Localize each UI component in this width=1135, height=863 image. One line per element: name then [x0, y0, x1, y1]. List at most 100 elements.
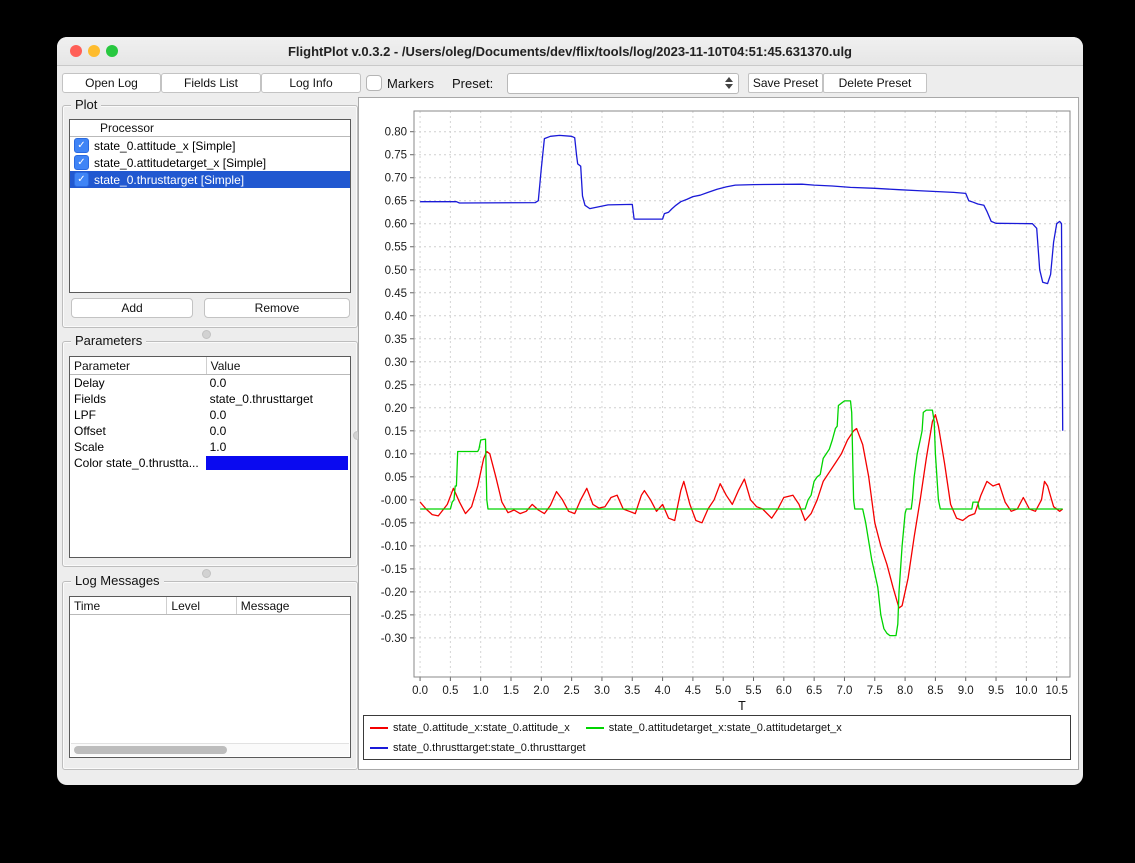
- parameter-name: Scale: [70, 440, 206, 454]
- legend-entry: state_0.attitude_x:state_0.attitude_x: [370, 722, 570, 734]
- parameters-group-title: Parameters: [71, 333, 146, 348]
- svg-text:-0.20: -0.20: [381, 587, 407, 599]
- parameter-row[interactable]: LPF0.0: [70, 407, 350, 423]
- svg-text:-0.00: -0.00: [381, 495, 407, 507]
- col-parameter: Parameter: [70, 359, 206, 373]
- legend-label: state_0.attitudetarget_x:state_0.attitud…: [609, 722, 842, 734]
- plot-list-item[interactable]: ✓state_0.thrusttarget [Simple]: [70, 171, 350, 188]
- legend-row-1: state_0.attitude_x:state_0.attitude_x sta…: [370, 718, 1064, 738]
- legend-line-icon: [370, 727, 388, 729]
- parameter-row[interactable]: Fieldsstate_0.thrusttarget: [70, 391, 350, 407]
- svg-text:0.0: 0.0: [412, 685, 428, 697]
- parameter-value[interactable]: 1.0: [206, 440, 350, 454]
- legend-label: state_0.thrusttarget:state_0.thrusttarge…: [393, 742, 586, 754]
- log-info-button[interactable]: Log Info: [261, 73, 361, 93]
- color-swatch[interactable]: [206, 456, 348, 470]
- log-messages-group: Log Messages Time Level Message: [62, 581, 358, 770]
- parameter-name: Delay: [70, 376, 206, 390]
- remove-button[interactable]: Remove: [204, 298, 350, 318]
- plot-list-item[interactable]: ✓ state_0.attitudetarget_x [Simple]: [70, 154, 350, 171]
- item-checkbox[interactable]: ✓: [74, 155, 89, 170]
- combo-stepper-icon[interactable]: [722, 76, 735, 90]
- svg-text:7.5: 7.5: [867, 685, 883, 697]
- log-messages-table[interactable]: Time Level Message: [69, 596, 351, 758]
- svg-text:-0.05: -0.05: [381, 518, 407, 530]
- parameter-value[interactable]: state_0.thrusttarget: [206, 392, 350, 406]
- delete-preset-button[interactable]: Delete Preset: [823, 73, 927, 93]
- svg-text:4.0: 4.0: [655, 685, 671, 697]
- item-checkbox[interactable]: ✓: [74, 138, 89, 153]
- flight-chart[interactable]: -0.30-0.25-0.20-0.15-0.10-0.05-0.000.050…: [360, 100, 1076, 712]
- log-messages-header: Time Level Message: [70, 597, 350, 615]
- svg-text:1.5: 1.5: [503, 685, 519, 697]
- parameter-row[interactable]: Scale1.0: [70, 439, 350, 455]
- save-preset-button[interactable]: Save Preset: [748, 73, 823, 93]
- parameters-table-header: Parameter Value: [70, 357, 350, 375]
- svg-text:2.5: 2.5: [564, 685, 580, 697]
- svg-text:3.0: 3.0: [594, 685, 610, 697]
- chart-legend: state_0.attitude_x:state_0.attitude_xsta…: [363, 715, 1071, 760]
- svg-text:-0.10: -0.10: [381, 541, 407, 553]
- window-title: FlightPlot v.0.3.2 - /Users/oleg/Documen…: [57, 44, 1083, 59]
- parameters-group: Parameters Parameter Value Delay0.0Field…: [62, 341, 358, 567]
- svg-text:0.20: 0.20: [385, 403, 407, 415]
- col-value: Value: [207, 359, 350, 373]
- svg-text:0.75: 0.75: [385, 150, 407, 162]
- item-checkbox[interactable]: ✓: [74, 172, 89, 187]
- parameter-name: Fields: [70, 392, 206, 406]
- legend-line-icon: [586, 727, 604, 729]
- legend-entry: state_0.thrusttarget:state_0.thrusttarge…: [370, 742, 586, 754]
- parameter-value[interactable]: 0.0: [206, 408, 350, 422]
- svg-text:6.5: 6.5: [806, 685, 822, 697]
- legend-line-icon: [370, 747, 388, 749]
- parameter-value[interactable]: 0.0: [206, 376, 350, 390]
- plot-list-item[interactable]: ✓ state_0.attitude_x [Simple]: [70, 137, 350, 154]
- parameter-value[interactable]: 0.0: [206, 424, 350, 438]
- parameter-name: Offset: [70, 424, 206, 438]
- svg-text:9.0: 9.0: [958, 685, 974, 697]
- item-label: state_0.attitudetarget_x [Simple]: [94, 156, 266, 170]
- parameters-table[interactable]: Parameter Value Delay0.0Fieldsstate_0.th…: [69, 356, 351, 558]
- open-log-button[interactable]: Open Log: [62, 73, 161, 93]
- preset-label: Preset:: [452, 76, 493, 91]
- svg-text:0.40: 0.40: [385, 311, 407, 323]
- parameter-name: LPF: [70, 408, 206, 422]
- svg-text:10.0: 10.0: [1015, 685, 1037, 697]
- fields-list-button[interactable]: Fields List: [161, 73, 261, 93]
- svg-text:0.05: 0.05: [385, 472, 407, 484]
- parameter-name: Color state_0.thrustta...: [70, 456, 206, 470]
- svg-text:0.70: 0.70: [385, 173, 407, 185]
- svg-text:-0.30: -0.30: [381, 633, 407, 645]
- chart-panel: -0.30-0.25-0.20-0.15-0.10-0.05-0.000.050…: [358, 97, 1079, 770]
- parameter-row[interactable]: Color state_0.thrustta...: [70, 455, 350, 471]
- col-message: Message: [237, 599, 350, 613]
- svg-text:0.55: 0.55: [385, 242, 407, 254]
- svg-text:0.45: 0.45: [385, 288, 407, 300]
- scrollbar-thumb[interactable]: [74, 746, 227, 754]
- splitter-handle[interactable]: [202, 330, 211, 339]
- plot-list[interactable]: Processor ✓state_0.attitude_x [Simple]✓s…: [69, 119, 351, 293]
- svg-text:0.65: 0.65: [385, 196, 407, 208]
- svg-text:9.5: 9.5: [988, 685, 1004, 697]
- plot-list-body: ✓ state_0.attitude_x [Simple] ✓ state_0.att…: [70, 137, 350, 188]
- svg-text:7.0: 7.0: [836, 685, 852, 697]
- plot-group: Plot Processor ✓state_0.attitude_x [Simp…: [62, 105, 358, 328]
- parameter-row[interactable]: Offset0.0: [70, 423, 350, 439]
- svg-text:10.5: 10.5: [1045, 685, 1067, 697]
- svg-text:8.0: 8.0: [897, 685, 913, 697]
- markers-checkbox[interactable]: [366, 75, 382, 91]
- legend-row-2: state_0.thrusttarget:state_0.thrusttarge…: [370, 738, 1064, 758]
- svg-text:2.0: 2.0: [533, 685, 549, 697]
- parameter-row[interactable]: Delay0.0: [70, 375, 350, 391]
- svg-text:0.50: 0.50: [385, 265, 407, 277]
- item-label: state_0.attitude_x [Simple]: [94, 139, 235, 153]
- svg-text:0.5: 0.5: [442, 685, 458, 697]
- svg-text:0.60: 0.60: [385, 219, 407, 231]
- svg-text:T: T: [738, 699, 746, 712]
- horizontal-scrollbar[interactable]: [71, 743, 349, 756]
- preset-combobox[interactable]: [507, 73, 739, 94]
- plot-group-title: Plot: [71, 97, 101, 112]
- splitter-handle[interactable]: [202, 569, 211, 578]
- add-button[interactable]: Add: [71, 298, 193, 318]
- title-bar[interactable]: FlightPlot v.0.3.2 - /Users/oleg/Documen…: [57, 37, 1083, 66]
